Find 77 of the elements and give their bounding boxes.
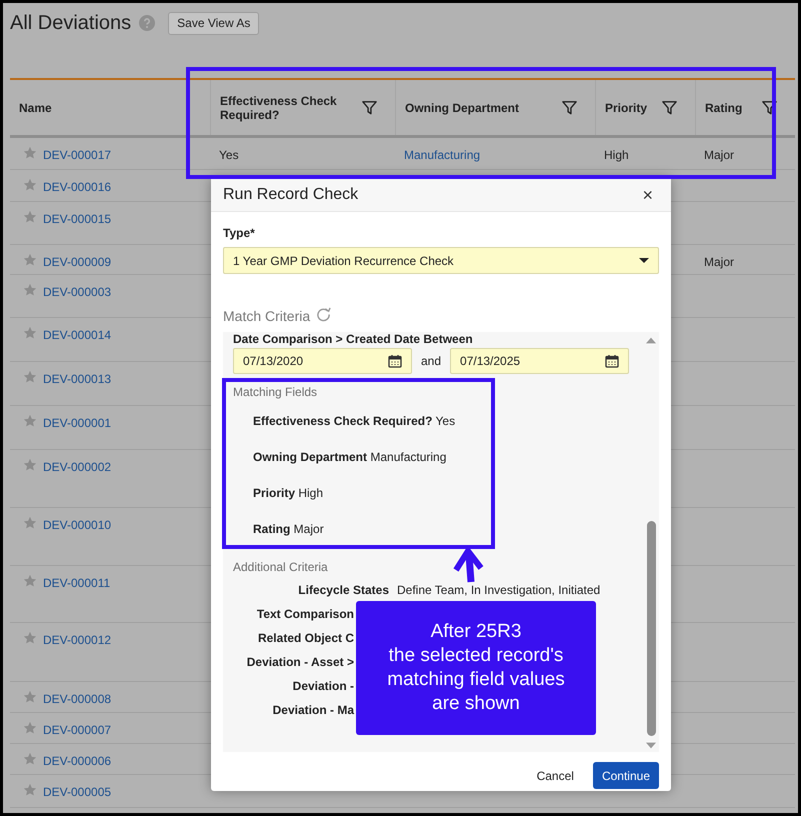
star-icon: [23, 783, 37, 797]
record-link[interactable]: DEV-000001: [43, 414, 112, 432]
record-link[interactable]: DEV-000013: [43, 370, 112, 388]
star-icon: [23, 690, 37, 704]
close-button[interactable]: ×: [642, 186, 653, 204]
date-field[interactable]: 07/13/2020: [233, 348, 412, 374]
criteria-label: Deviation -: [292, 678, 354, 695]
group-heading: Matching Fields: [233, 384, 318, 401]
matching-field: Effectiveness Check Required? Yes: [253, 414, 629, 428]
continue-button[interactable]: Continue: [592, 762, 659, 789]
record-link[interactable]: DEV-000017: [43, 146, 112, 164]
star-icon: [23, 458, 37, 472]
record-link[interactable]: DEV-000003: [43, 283, 112, 301]
cancel-button[interactable]: Cancel: [536, 766, 574, 784]
column-label: Priority: [605, 100, 648, 114]
criteria-label: Related Object C: [256, 630, 354, 647]
matching-field: Priority High: [253, 486, 629, 500]
calendar-icon: [388, 354, 402, 368]
star-icon: [23, 370, 37, 384]
column-label: Name: [19, 100, 52, 114]
scrollbar-thumb[interactable]: [647, 521, 656, 736]
calendar-icon: [605, 354, 619, 368]
star-icon: [23, 283, 37, 297]
column-label: Owning Department: [405, 100, 520, 114]
record-link[interactable]: DEV-000011: [43, 574, 110, 592]
refresh-icon: [316, 307, 332, 322]
page-title: All Deviations: [10, 11, 132, 36]
star-icon: [23, 414, 37, 428]
record-link[interactable]: DEV-000010: [43, 516, 112, 534]
star-icon: [23, 574, 37, 588]
table-cell-text: High: [604, 147, 629, 164]
criteria-label: Lifecycle States: [297, 582, 389, 599]
criteria-label: Deviation - Asset >: [246, 654, 354, 671]
star-icon: [23, 210, 37, 224]
department-link[interactable]: Manufacturing: [404, 146, 480, 164]
record-link[interactable]: DEV-000006: [43, 752, 112, 770]
criteria-label: Deviation - Ma: [272, 702, 354, 719]
table-cell-text: Yes: [219, 147, 239, 164]
record-link[interactable]: DEV-000016: [43, 178, 112, 196]
scroll-down-icon: [646, 742, 656, 749]
save-view-button[interactable]: Save View As: [168, 12, 260, 34]
star-icon: [23, 752, 37, 766]
star-icon: [23, 326, 37, 340]
field-label: Date Comparison > Created Date Between: [233, 333, 474, 346]
type-dropdown[interactable]: 1 Year GMP Deviation Recurrence Check: [223, 247, 659, 274]
record-link[interactable]: DEV-000002: [43, 458, 112, 476]
date-field[interactable]: 07/13/2025: [450, 348, 629, 374]
star-icon: [23, 253, 37, 267]
column-label: Rating: [705, 100, 742, 114]
record-link[interactable]: DEV-000015: [43, 210, 112, 228]
scroll-up-icon: [646, 337, 656, 344]
record-link[interactable]: DEV-000008: [43, 690, 112, 708]
record-link[interactable]: DEV-000007: [43, 721, 112, 739]
star-icon: [23, 516, 37, 530]
matching-field: Rating Major: [253, 522, 629, 536]
group-heading: Additional Criteria: [233, 559, 329, 576]
table-cell-text: Major: [704, 254, 734, 271]
help-icon: [139, 15, 156, 31]
record-link[interactable]: DEV-000012: [43, 631, 112, 649]
dialog-title: Run Record Check: [223, 184, 358, 204]
criteria-label: Text Comparison: [256, 606, 354, 623]
record-link[interactable]: DEV-000005: [43, 783, 112, 801]
record-link[interactable]: DEV-000014: [43, 326, 112, 344]
field-label: Type*: [223, 225, 256, 242]
star-icon: [23, 631, 37, 645]
star-icon: [23, 178, 37, 192]
star-icon: [23, 146, 37, 160]
caret-icon: [639, 258, 649, 263]
column-label: Effectiveness Check Required?: [220, 94, 338, 122]
callout-text: After 25R3 the selected record's matching field values are shown: [387, 620, 565, 716]
matching-field: Owning Department Manufacturing: [253, 450, 629, 464]
star-icon: [23, 721, 37, 735]
record-link[interactable]: DEV-000009: [43, 253, 112, 271]
section-title: Match Criteria: [223, 307, 310, 326]
criteria-value: Define Team, In Investigation, Initiated: [397, 582, 600, 599]
joiner-text: and: [420, 353, 442, 370]
table-cell-text: Major: [704, 147, 734, 164]
